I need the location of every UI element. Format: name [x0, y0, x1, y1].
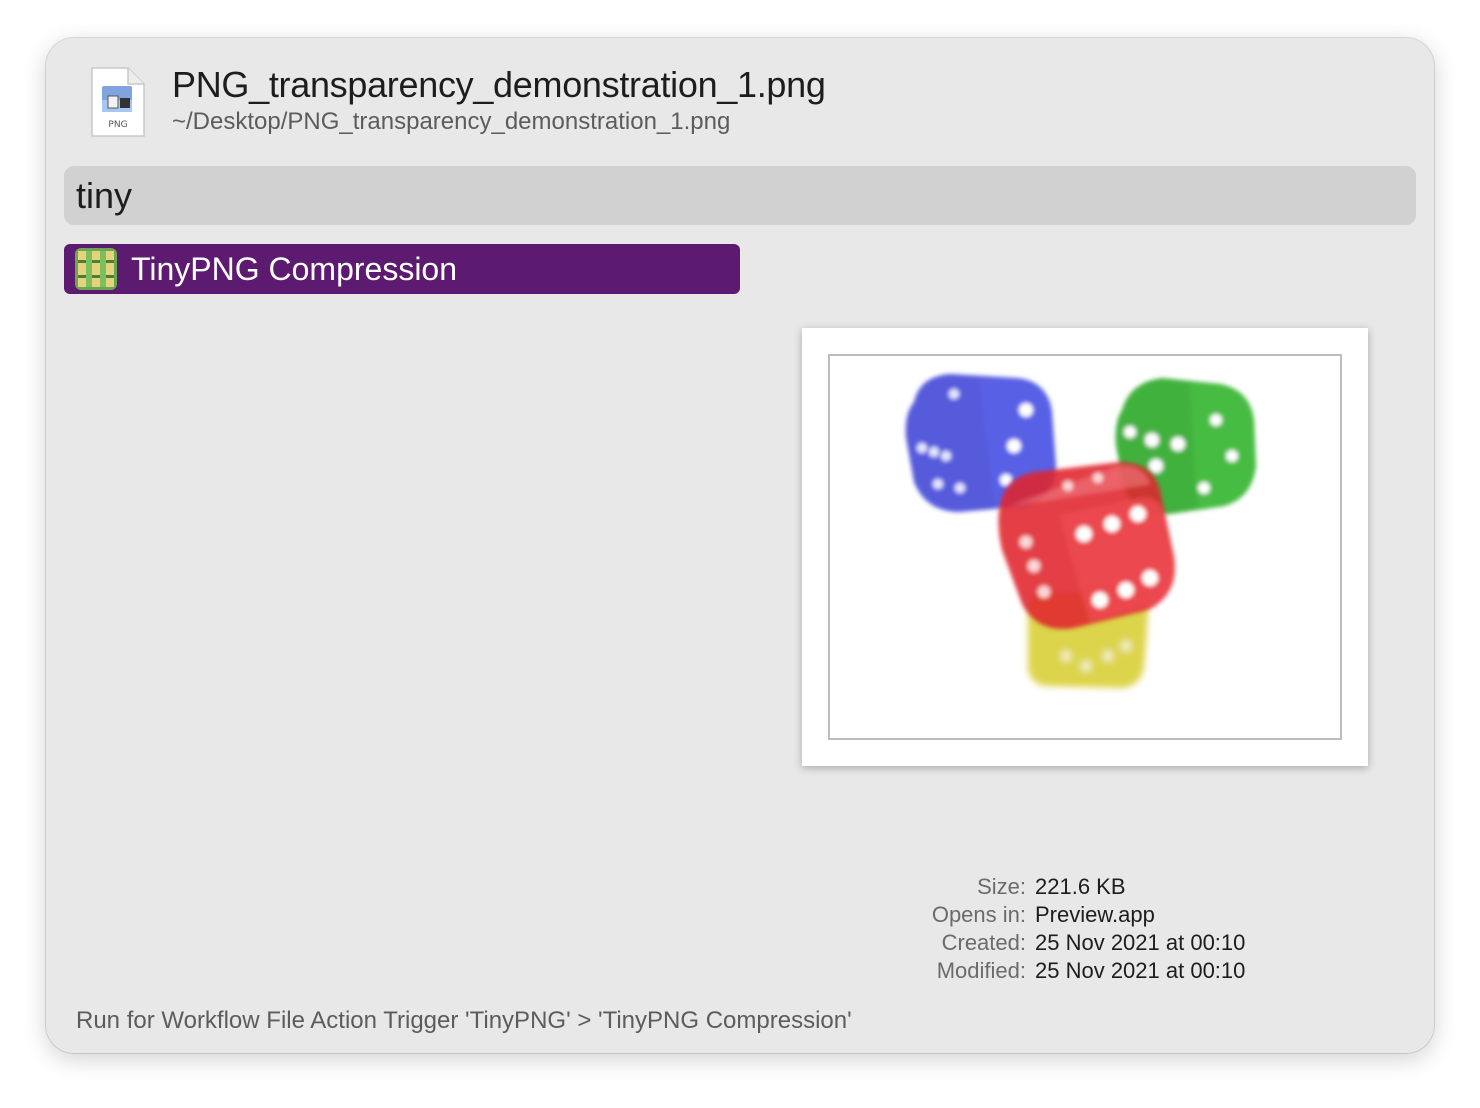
metadata-row-size: Size: 221.6 KB: [846, 873, 1406, 901]
result-item-tinypng-compression[interactable]: TinyPNG Compression: [64, 244, 740, 294]
metadata-row-opens-in: Opens in: Preview.app: [846, 901, 1406, 929]
file-metadata: Size: 221.6 KB Opens in: Preview.app Cre…: [846, 873, 1406, 985]
metadata-value: 25 Nov 2021 at 00:10: [1035, 958, 1246, 983]
metadata-value: 25 Nov 2021 at 00:10: [1035, 930, 1246, 955]
metadata-key: Created:: [941, 930, 1026, 955]
metadata-row-created: Created: 25 Nov 2021 at 00:10: [846, 929, 1406, 957]
metadata-value: 221.6 KB: [1035, 874, 1126, 899]
action-hint: Run for Workflow File Action Trigger 'Ti…: [76, 1007, 852, 1034]
metadata-key: Modified:: [936, 958, 1026, 983]
metadata-value: Preview.app: [1035, 902, 1155, 927]
metadata-row-modified: Modified: 25 Nov 2021 at 00:10: [846, 957, 1406, 985]
tinypng-workflow-icon: [75, 248, 117, 290]
search-input[interactable]: [64, 166, 1416, 225]
preview-frame: [828, 354, 1342, 740]
png-file-icon: PNG: [90, 66, 146, 138]
png-icon-label: PNG: [108, 120, 127, 130]
dice-image-thumbnail: [905, 374, 1256, 688]
metadata-key: Size:: [977, 874, 1026, 899]
metadata-key: Opens in:: [931, 902, 1026, 927]
file-name: PNG_transparency_demonstration_1.png: [172, 64, 826, 105]
red-die: [998, 462, 1175, 629]
file-actions-window: PNG PNG_transparency_demonstration_1.png…: [46, 38, 1434, 1053]
result-label: TinyPNG Compression: [131, 250, 458, 287]
file-path: ~/Desktop/PNG_transparency_demonstration…: [172, 108, 731, 135]
image-preview: [802, 328, 1368, 766]
